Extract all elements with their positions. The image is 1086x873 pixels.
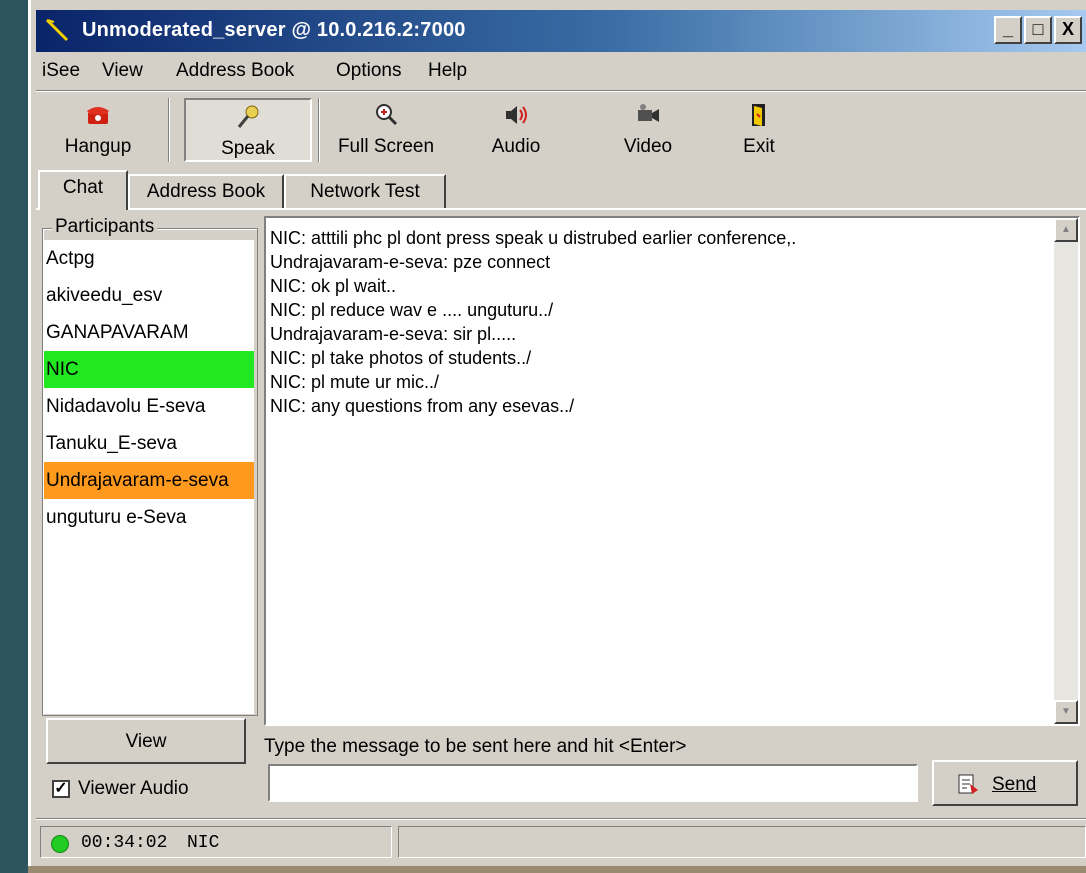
chat-message: NIC: atttili phc pl dont press speak u d… bbox=[270, 228, 797, 248]
send-icon bbox=[958, 774, 978, 794]
phone-icon bbox=[87, 107, 109, 124]
chat-message: NIC: pl mute ur mic../ bbox=[270, 372, 440, 392]
app-window: Unmoderated_server @ 10.0.216.2:7000 _ □… bbox=[28, 0, 1086, 873]
window-title: Unmoderated_server @ 10.0.216.2:7000 bbox=[82, 19, 466, 41]
chat-message: NIC: ok pl wait.. bbox=[270, 276, 397, 296]
tab-divider bbox=[36, 208, 1086, 210]
participant-item[interactable]: NIC bbox=[44, 351, 254, 388]
chat-message: Undrajavaram-e-seva: pze connect bbox=[270, 252, 551, 272]
status-divider bbox=[36, 818, 1086, 820]
chat-message: NIC: any questions from any esevas../ bbox=[270, 396, 575, 416]
participant-name: GANAPAVARAM bbox=[46, 322, 189, 343]
participant-name: Actpg bbox=[46, 248, 95, 269]
camera-icon bbox=[638, 104, 659, 122]
full-screen-button[interactable]: Full Screen bbox=[328, 98, 444, 162]
participant-item[interactable]: Actpg bbox=[44, 240, 254, 277]
title-bar[interactable]: Unmoderated_server @ 10.0.216.2:7000 _ □… bbox=[36, 10, 1086, 52]
menu-options[interactable]: Options bbox=[336, 60, 401, 82]
participant-item[interactable]: Nidadavolu E-seva bbox=[44, 388, 254, 425]
menu-help[interactable]: Help bbox=[428, 60, 467, 82]
connection-status-icon bbox=[51, 835, 69, 853]
tab-network-test[interactable]: Network Test bbox=[284, 174, 446, 208]
participant-item[interactable]: akiveedu_esv bbox=[44, 277, 254, 314]
tab-address-book[interactable]: Address Book bbox=[128, 174, 284, 208]
menu-isee[interactable]: iSee bbox=[42, 60, 80, 82]
call-timer: 00:34:02 bbox=[81, 833, 168, 853]
participants-title: Participants bbox=[52, 216, 158, 238]
bottom-edge bbox=[28, 866, 1086, 873]
exit-label: Exit bbox=[743, 136, 775, 157]
toolbar-divider bbox=[168, 98, 170, 162]
full-screen-label: Full Screen bbox=[337, 136, 435, 157]
audio-label: Audio bbox=[491, 136, 541, 157]
window-edge bbox=[28, 0, 31, 873]
viewer-audio-checkbox[interactable]: ✓ bbox=[52, 780, 70, 798]
chat-scrollbar[interactable]: ▲ ▼ bbox=[1054, 218, 1078, 724]
participant-item[interactable]: Undrajavaram-e-seva bbox=[44, 462, 254, 499]
app-icon bbox=[45, 18, 69, 42]
video-label: Video bbox=[623, 136, 673, 157]
participant-name: Undrajavaram-e-seva bbox=[46, 470, 229, 491]
menu-view[interactable]: View bbox=[102, 60, 143, 82]
video-button[interactable]: Video bbox=[608, 98, 688, 162]
status-pane-main: 00:34:02 NIC bbox=[40, 826, 392, 858]
participant-item[interactable]: GANAPAVARAM bbox=[44, 314, 254, 351]
participant-name: NIC bbox=[46, 359, 79, 380]
tab-chat[interactable]: Chat bbox=[38, 170, 128, 210]
chat-message: NIC: pl take photos of students../ bbox=[270, 348, 532, 368]
status-user: NIC bbox=[187, 833, 220, 853]
viewer-audio-label: Viewer Audio bbox=[78, 778, 189, 799]
view-button[interactable]: View bbox=[46, 718, 246, 764]
speak-label: Speak bbox=[221, 138, 275, 159]
participants-list[interactable]: Actpg akiveedu_esv GANAPAVARAM NIC Nidad… bbox=[44, 240, 254, 714]
status-bar: 00:34:02 NIC bbox=[36, 822, 1086, 862]
hangup-label: Hangup bbox=[64, 136, 132, 157]
menu-divider bbox=[36, 90, 1086, 92]
close-button[interactable]: X bbox=[1054, 16, 1082, 44]
participant-name: unguturu e-Seva bbox=[46, 507, 187, 528]
speak-button[interactable]: Speak bbox=[184, 98, 312, 162]
participant-item[interactable]: Tanuku_E-seva bbox=[44, 425, 254, 462]
maximize-button[interactable]: □ bbox=[1024, 16, 1052, 44]
scroll-up-arrow-icon[interactable]: ▲ bbox=[1054, 218, 1078, 242]
chat-message: NIC: pl reduce wav e .... unguturu../ bbox=[270, 300, 554, 320]
chat-message: Undrajavaram-e-seva: sir pl..... bbox=[270, 324, 517, 344]
message-input[interactable] bbox=[268, 764, 918, 802]
toolbar-divider bbox=[318, 98, 320, 162]
participant-item[interactable]: unguturu e-Seva bbox=[44, 499, 254, 536]
message-hint: Type the message to be sent here and hit… bbox=[264, 736, 687, 757]
zoom-icon bbox=[376, 104, 398, 126]
status-pane-secondary bbox=[398, 826, 1086, 858]
participant-name: akiveedu_esv bbox=[46, 285, 163, 306]
minimize-button[interactable]: _ bbox=[994, 16, 1022, 44]
menu-address-book[interactable]: Address Book bbox=[176, 60, 294, 82]
send-button[interactable]: Send bbox=[932, 760, 1078, 806]
hangup-button[interactable]: Hangup bbox=[48, 98, 148, 162]
send-label: Send bbox=[992, 774, 1037, 795]
scroll-down-arrow-icon[interactable]: ▼ bbox=[1054, 700, 1078, 724]
speaker-icon bbox=[506, 106, 527, 124]
participant-name: Nidadavolu E-seva bbox=[46, 396, 206, 417]
chat-log[interactable]: NIC: atttili phc pl dont press speak u d… bbox=[264, 216, 1080, 726]
microphone-icon bbox=[237, 105, 259, 128]
door-exit-icon bbox=[752, 104, 765, 126]
checkmark-icon: ✓ bbox=[54, 780, 68, 797]
audio-button[interactable]: Audio bbox=[476, 98, 556, 162]
participant-name: Tanuku_E-seva bbox=[46, 433, 177, 454]
exit-button[interactable]: Exit bbox=[724, 98, 794, 162]
